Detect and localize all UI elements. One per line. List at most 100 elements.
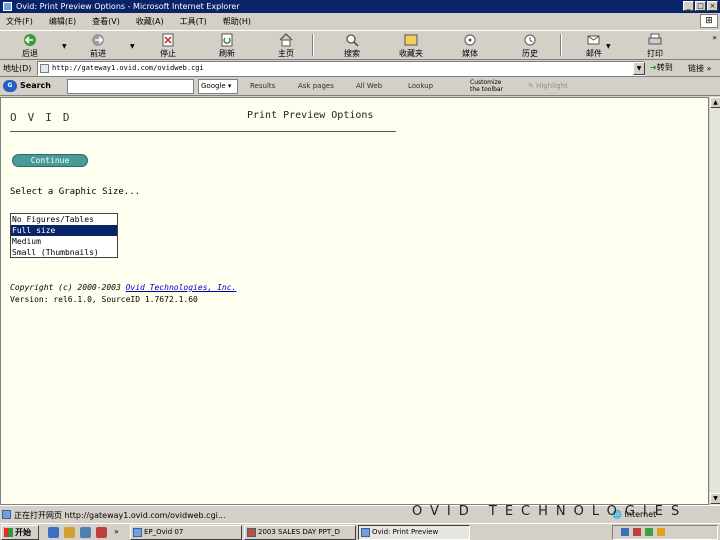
home-icon [279,33,293,47]
powerpoint-icon [247,528,256,537]
vertical-scrollbar[interactable]: ▲ ▼ [709,97,720,505]
refresh-button[interactable]: 刷新 [207,33,247,59]
stop-button[interactable]: 停止 [148,33,188,59]
taskbar-item-sales-day[interactable]: 2003 SALES DAY PPT_D [244,525,356,540]
customize-line-1: Customize [470,79,502,86]
favorites-button[interactable]: 收藏夹 [391,33,431,59]
home-label: 主页 [278,49,294,58]
page-title: Print Preview Options [247,110,374,121]
taskbar-item-ovid-print-preview[interactable]: Ovid: Print Preview [358,525,470,540]
mail-icon [587,35,600,45]
back-dropdown-icon[interactable]: ▼ [62,43,67,50]
size-option-no-figures[interactable]: No Figures/Tables [11,214,117,225]
forward-dropdown-icon[interactable]: ▼ [130,43,135,50]
menu-help[interactable]: 帮助(H) [223,16,251,27]
desktop-quicklaunch-icon[interactable] [80,527,91,538]
search-icon [346,34,359,47]
history-label: 历史 [522,49,538,58]
address-dropdown-icon[interactable]: ▼ [633,62,645,75]
toolbar-separator [560,34,562,56]
system-tray [612,525,718,540]
window-title-bar[interactable]: Ovid: Print Preview Options - Microsoft … [0,0,720,13]
start-button[interactable]: 开始 [1,525,39,540]
stop-label: 停止 [160,49,176,58]
scroll-down-icon[interactable]: ▼ [710,493,720,504]
menu-favorites[interactable]: 收藏(A) [136,16,164,27]
google-search-label[interactable]: Search [20,81,51,90]
scroll-up-icon[interactable]: ▲ [710,97,720,108]
media-button[interactable]: 媒体 [450,33,490,59]
google-search-input[interactable] [67,79,194,94]
customize-line-2: the toolbar [470,86,504,93]
taskbar-item-ep-ovid[interactable]: EP_Ovid 07 [130,525,242,540]
address-url: http://gateway1.ovid.com/ovidweb.cgi [52,64,204,72]
size-option-full-size[interactable]: Full size [11,225,117,236]
close-button[interactable]: × [707,1,718,11]
menu-edit[interactable]: 编辑(E) [49,16,76,27]
search-button[interactable]: 搜索 [332,33,372,59]
google-toolbar: G Search Google ▾ Results Ask pages All … [0,77,720,96]
ie-page-icon [361,528,370,537]
continue-button[interactable]: Continue [12,154,88,167]
google-results-button[interactable]: Results [250,82,275,90]
loading-page-icon [2,510,11,519]
menu-bar: 文件(F) 编辑(E) 查看(V) 收藏(A) 工具(T) 帮助(H) [0,13,720,30]
google-highlight-button[interactable]: ✎ Highlight [528,82,568,90]
size-option-medium[interactable]: Medium [11,236,117,247]
page-icon [40,64,49,73]
menu-tools[interactable]: 工具(T) [180,16,207,27]
ovid-watermark: OVID TECHNOLOGIES [412,504,688,519]
print-label: 打印 [647,49,663,58]
windows-logo-icon: ⊞ [700,14,718,28]
favorites-icon [404,34,418,46]
graphic-size-listbox[interactable]: No Figures/Tables Full size Medium Small… [10,213,118,258]
media-label: 媒体 [462,49,478,58]
copyright-prefix: Copyright (c) 2000-2003 [10,283,126,292]
task-label: 2003 SALES DAY PPT_D [258,528,341,536]
volume-tray-icon[interactable] [657,528,665,536]
home-button[interactable]: 主页 [266,33,306,59]
google-ask-pages-button[interactable]: Ask pages [298,82,334,90]
back-button[interactable]: 后退 [10,33,50,59]
refresh-icon [221,33,233,47]
minimize-button[interactable]: _ [683,1,694,11]
windows-flag-icon [4,528,13,537]
search-label: 搜索 [344,49,360,58]
task-label: Ovid: Print Preview [372,528,439,536]
go-button[interactable]: ➜转到 [650,62,673,73]
ovid-technologies-link[interactable]: Ovid Technologies, Inc. [126,283,237,292]
title-divider [10,131,396,132]
window-controls: _ □ × [683,1,718,11]
toolbar-chevron-icon[interactable]: » [712,33,717,42]
media-quicklaunch-icon[interactable] [96,527,107,538]
google-all-web-button[interactable]: All Web [356,82,382,90]
size-option-small[interactable]: Small (Thumbnails) [11,247,117,258]
antivirus-tray-icon[interactable] [633,528,641,536]
history-icon [524,34,536,46]
address-label: 地址(D) [3,64,32,73]
links-button[interactable]: 链接 » [688,63,711,74]
stop-icon [162,33,174,47]
menu-file[interactable]: 文件(F) [6,16,33,27]
update-tray-icon[interactable] [645,528,653,536]
address-input[interactable]: http://gateway1.ovid.com/ovidweb.cgi [37,61,645,76]
page-content: OVID Print Preview Options Continue Sele… [0,97,709,505]
google-lookup-button[interactable]: Lookup [408,82,433,90]
graphic-size-label: Select a Graphic Size... [10,187,141,197]
address-bar: 地址(D) http://gateway1.ovid.com/ovidweb.c… [0,60,720,77]
ie-quicklaunch-icon[interactable] [48,527,59,538]
maximize-button[interactable]: □ [695,1,706,11]
print-button[interactable]: 打印 [635,33,675,59]
mail-label: 邮件 [586,49,602,58]
quicklaunch-chevron-icon[interactable]: » [114,527,119,536]
toolbar-separator [312,34,314,56]
google-logo-icon[interactable]: G [3,80,17,92]
outlook-quicklaunch-icon[interactable] [64,527,75,538]
history-button[interactable]: 历史 [510,33,550,59]
network-tray-icon[interactable] [621,528,629,536]
google-engine-select[interactable]: Google ▾ [198,79,238,94]
mail-dropdown-icon[interactable]: ▼ [606,43,611,50]
google-customize-button[interactable]: Customize the toolbar [470,79,503,93]
menu-view[interactable]: 查看(V) [92,16,120,27]
forward-button[interactable]: 前进 [78,33,118,59]
